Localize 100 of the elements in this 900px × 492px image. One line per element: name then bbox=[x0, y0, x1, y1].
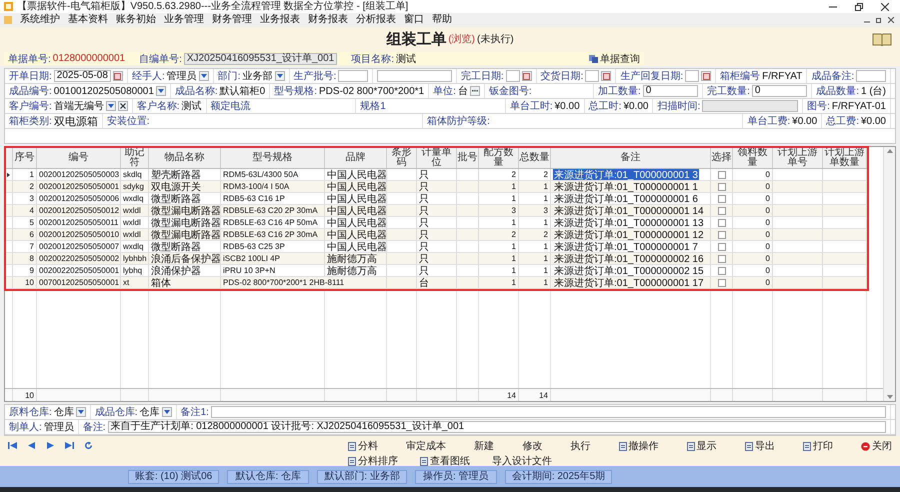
table-cell: 14 bbox=[479, 389, 519, 401]
checkbox[interactable] bbox=[718, 170, 726, 178]
toolbar-button[interactable]: 分料排序 bbox=[348, 454, 398, 468]
toolbar-button[interactable]: 查看图纸 bbox=[420, 454, 470, 468]
input-field[interactable] bbox=[856, 70, 886, 82]
scroll-up-icon[interactable] bbox=[886, 149, 892, 153]
column-header: 选择 bbox=[711, 147, 733, 168]
table-cell: 来源进货订单:01_T000000001 13 bbox=[553, 217, 705, 228]
toolbar-button[interactable]: 新建 bbox=[474, 439, 494, 453]
checkbox[interactable] bbox=[718, 218, 726, 226]
restore-button[interactable] bbox=[874, 15, 884, 25]
menu-item[interactable]: 基本资料 bbox=[68, 14, 108, 26]
table-cell: 1 bbox=[519, 181, 551, 192]
book-icon[interactable] bbox=[872, 32, 892, 46]
table-cell: 1 bbox=[479, 265, 519, 276]
table-cell: 002002202505050001 bbox=[37, 265, 121, 276]
menu-item[interactable]: 窗口 bbox=[404, 14, 424, 26]
first-button[interactable] bbox=[8, 442, 17, 448]
table-cell: 0 bbox=[733, 181, 773, 192]
previous-button[interactable] bbox=[27, 442, 36, 448]
menu-item[interactable]: 业务报表 bbox=[260, 14, 300, 26]
menu-item[interactable]: 系统维护 bbox=[20, 14, 60, 26]
column-header: 序号 bbox=[13, 147, 37, 168]
scrollbar[interactable] bbox=[883, 147, 895, 401]
toolbar-button[interactable]: 执行 bbox=[570, 439, 590, 453]
input-field[interactable]: 0 bbox=[642, 85, 698, 97]
input-field[interactable] bbox=[210, 406, 886, 418]
checkbox[interactable] bbox=[718, 182, 726, 190]
calendar-button[interactable] bbox=[701, 71, 712, 81]
column-header: 物品名称 bbox=[149, 147, 221, 168]
toolbar-button[interactable]: 关闭 bbox=[860, 439, 892, 453]
input-field[interactable] bbox=[702, 100, 798, 112]
toolbar-button[interactable]: 显示 bbox=[686, 439, 717, 453]
toolbar-button[interactable]: 打印 bbox=[802, 439, 833, 453]
calendar-button[interactable] bbox=[522, 71, 532, 81]
table-cell: 微型断路器 bbox=[149, 193, 221, 204]
menu-item[interactable]: 账务初始 bbox=[116, 14, 156, 26]
menu-item[interactable]: 帮助 bbox=[432, 14, 452, 26]
field-value: ¥0.00 bbox=[623, 100, 648, 112]
next-button[interactable] bbox=[46, 442, 55, 448]
column-header: 编号 bbox=[37, 147, 121, 168]
mode-label: (浏览) bbox=[448, 32, 475, 46]
toolbar-button[interactable]: 修改 bbox=[522, 439, 542, 453]
calendar-button[interactable] bbox=[112, 71, 123, 81]
more-button[interactable] bbox=[470, 86, 480, 96]
field-value: 默认箱柜0 bbox=[220, 84, 266, 98]
table-cell: 双电源开关 bbox=[149, 181, 221, 192]
table-cell: 来源进货订单:01_T000000001 14 bbox=[553, 205, 705, 216]
toolbar-button[interactable]: 导出 bbox=[744, 439, 775, 453]
menu-item[interactable]: 财务报表 bbox=[308, 14, 348, 26]
menu-item[interactable]: 业务管理 bbox=[164, 14, 204, 26]
field-value: 测试 bbox=[182, 100, 202, 113]
field-label: 加工数量: bbox=[598, 84, 641, 98]
input-field[interactable] bbox=[377, 70, 452, 82]
checkbox[interactable] bbox=[718, 242, 726, 250]
input-field[interactable] bbox=[685, 70, 700, 82]
checkbox[interactable] bbox=[718, 230, 726, 238]
toolbar-button[interactable]: 导入设计文件 bbox=[492, 454, 552, 468]
table-cell: sdykg bbox=[121, 181, 149, 192]
input-field[interactable] bbox=[506, 70, 520, 82]
input-field[interactable]: XJ20250416095531_设计单_001 bbox=[184, 52, 338, 64]
dropdown-button[interactable] bbox=[162, 407, 172, 417]
table-cell: wxldl bbox=[121, 205, 149, 216]
checkbox[interactable] bbox=[718, 194, 726, 202]
scroll-down-icon[interactable] bbox=[886, 395, 892, 399]
checkbox[interactable] bbox=[718, 206, 726, 214]
checkbox[interactable] bbox=[718, 266, 726, 274]
dropdown-button[interactable] bbox=[198, 71, 209, 81]
dropdown-button[interactable] bbox=[106, 101, 116, 111]
field-label: 成品备注: bbox=[811, 70, 854, 83]
calendar-button[interactable] bbox=[601, 71, 612, 81]
clear-button[interactable] bbox=[118, 101, 128, 111]
table-cell: 只 bbox=[417, 241, 457, 252]
table-cell: RDB5-63 C25 3P bbox=[221, 241, 325, 252]
checkbox[interactable] bbox=[718, 278, 726, 286]
input-field[interactable]: 0 bbox=[752, 85, 808, 97]
close-button[interactable] bbox=[886, 15, 896, 25]
input-field[interactable] bbox=[338, 70, 368, 82]
field-value: 首端无编号 bbox=[54, 100, 104, 113]
refresh-button[interactable] bbox=[84, 442, 93, 448]
dropdown-button[interactable] bbox=[274, 71, 284, 81]
input-field[interactable] bbox=[585, 70, 600, 82]
dropdown-button[interactable] bbox=[156, 86, 166, 96]
field-label: 箱柜编号 bbox=[720, 70, 760, 83]
table-cell: 002001202505050012 bbox=[37, 205, 121, 216]
input-field[interactable]: 来自于生产计划单: 0128000000001 设计批号: XJ20250416095531_设计单_001 bbox=[108, 421, 886, 433]
toolbar-button[interactable]: 撤操作 bbox=[618, 439, 659, 453]
field-value: PDS-02 800*700*200*1 bbox=[319, 86, 424, 96]
dropdown-button[interactable] bbox=[76, 407, 86, 417]
field-label: 箱柜类别: bbox=[9, 114, 52, 128]
last-button[interactable] bbox=[65, 442, 74, 448]
caret-icon bbox=[276, 73, 282, 79]
toolbar-button[interactable]: 分料 bbox=[348, 439, 378, 453]
menu-item[interactable]: 分析报表 bbox=[356, 14, 396, 26]
query-button[interactable]: 单据查询 bbox=[589, 52, 640, 66]
menu-item[interactable]: 财务管理 bbox=[212, 14, 252, 26]
field-value: 双电源箱 bbox=[54, 114, 98, 128]
toolbar-button[interactable]: 审定成本 bbox=[406, 439, 446, 453]
input-field[interactable]: 2025-05-08 bbox=[54, 70, 111, 82]
checkbox[interactable] bbox=[718, 254, 726, 262]
